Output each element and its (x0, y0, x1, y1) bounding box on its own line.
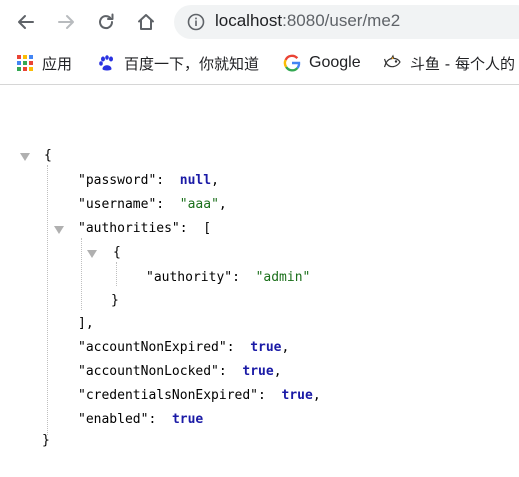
bookmark-google[interactable]: Google (283, 52, 361, 74)
home-icon (138, 14, 154, 30)
bookmark-douyu[interactable]: 斗鱼 - 每个人的 (384, 52, 515, 74)
bookmark-label: 斗鱼 - 每个人的 (410, 54, 515, 73)
url-text[interactable]: localhost:8080/user/me2 (215, 11, 400, 31)
root-guide-line (47, 165, 48, 435)
bookmark-label: 百度一下，你就知道 (124, 54, 260, 73)
json-value: true (242, 364, 274, 379)
collapse-item-toggle[interactable] (87, 250, 97, 258)
json-key: "authority" (146, 270, 233, 285)
url-host: localhost (215, 11, 283, 30)
json-array-close: ], (78, 316, 94, 331)
json-key: "credentialsNonExpired" (78, 388, 259, 403)
json-key: "authorities" (78, 221, 180, 236)
json-row-authorities: "authorities": [ (78, 221, 212, 236)
back-arrow-icon (18, 15, 34, 29)
douyu-fish-icon (384, 54, 401, 68)
json-row-username: "username": "aaa", (78, 197, 227, 212)
json-value: true (281, 388, 313, 403)
info-icon[interactable] (187, 13, 205, 31)
forward-arrow-icon (58, 15, 74, 29)
json-key: "accountNonExpired" (78, 340, 227, 355)
browser-toolbar: localhost:8080/user/me2 (0, 0, 519, 44)
collapse-authorities-toggle[interactable] (54, 226, 64, 234)
bookmark-label: 应用 (42, 54, 73, 73)
bookmark-label: Google (309, 54, 361, 71)
json-value: true (250, 340, 282, 355)
json-row-accountNonExpired: "accountNonExpired": true, (78, 340, 290, 355)
json-viewer: { "password": null, "username": "aaa", "… (0, 85, 519, 477)
bookmark-apps[interactable]: 应用 (16, 52, 72, 74)
json-row-enabled: "enabled": true (78, 412, 204, 427)
json-value: true (171, 412, 204, 427)
home-button[interactable] (132, 8, 160, 36)
json-value: "admin" (255, 270, 311, 285)
json-row-password: "password": null, (78, 173, 219, 188)
url-path: :8080/user/me2 (282, 11, 401, 30)
root-close-brace: } (42, 433, 50, 448)
root-open-brace: { (44, 148, 52, 163)
json-item-open-brace: { (113, 245, 121, 260)
reload-button[interactable] (92, 8, 120, 36)
bookmarks-bar: 应用 百度一下，你就知道 Google 斗鱼 - 每个人的 (0, 44, 519, 82)
json-item-close-brace: } (111, 293, 119, 308)
json-key: "password" (78, 173, 157, 188)
json-key: "enabled" (78, 412, 149, 427)
json-value: "aaa" (179, 197, 219, 212)
apps-grid-icon (17, 55, 33, 71)
authorities-guide-line (81, 238, 82, 310)
json-row-authority: "authority": "admin" (146, 270, 311, 285)
address-bar[interactable]: localhost:8080/user/me2 (174, 5, 519, 39)
json-key: "accountNonLocked" (78, 364, 219, 379)
json-row-accountNonLocked: "accountNonLocked": true, (78, 364, 282, 379)
reload-icon (99, 13, 114, 30)
bookmark-baidu[interactable]: 百度一下，你就知道 (98, 52, 259, 74)
collapse-root-toggle[interactable] (20, 153, 30, 161)
item-guide-line (116, 262, 117, 286)
json-value: null (179, 173, 212, 188)
json-key: "username" (78, 197, 157, 212)
back-button[interactable] (12, 8, 40, 36)
baidu-paw-icon (99, 55, 113, 71)
json-row-credentialsNonExpired: "credentialsNonExpired": true, (78, 388, 321, 403)
forward-button[interactable] (52, 8, 80, 36)
google-g-icon (283, 54, 301, 72)
